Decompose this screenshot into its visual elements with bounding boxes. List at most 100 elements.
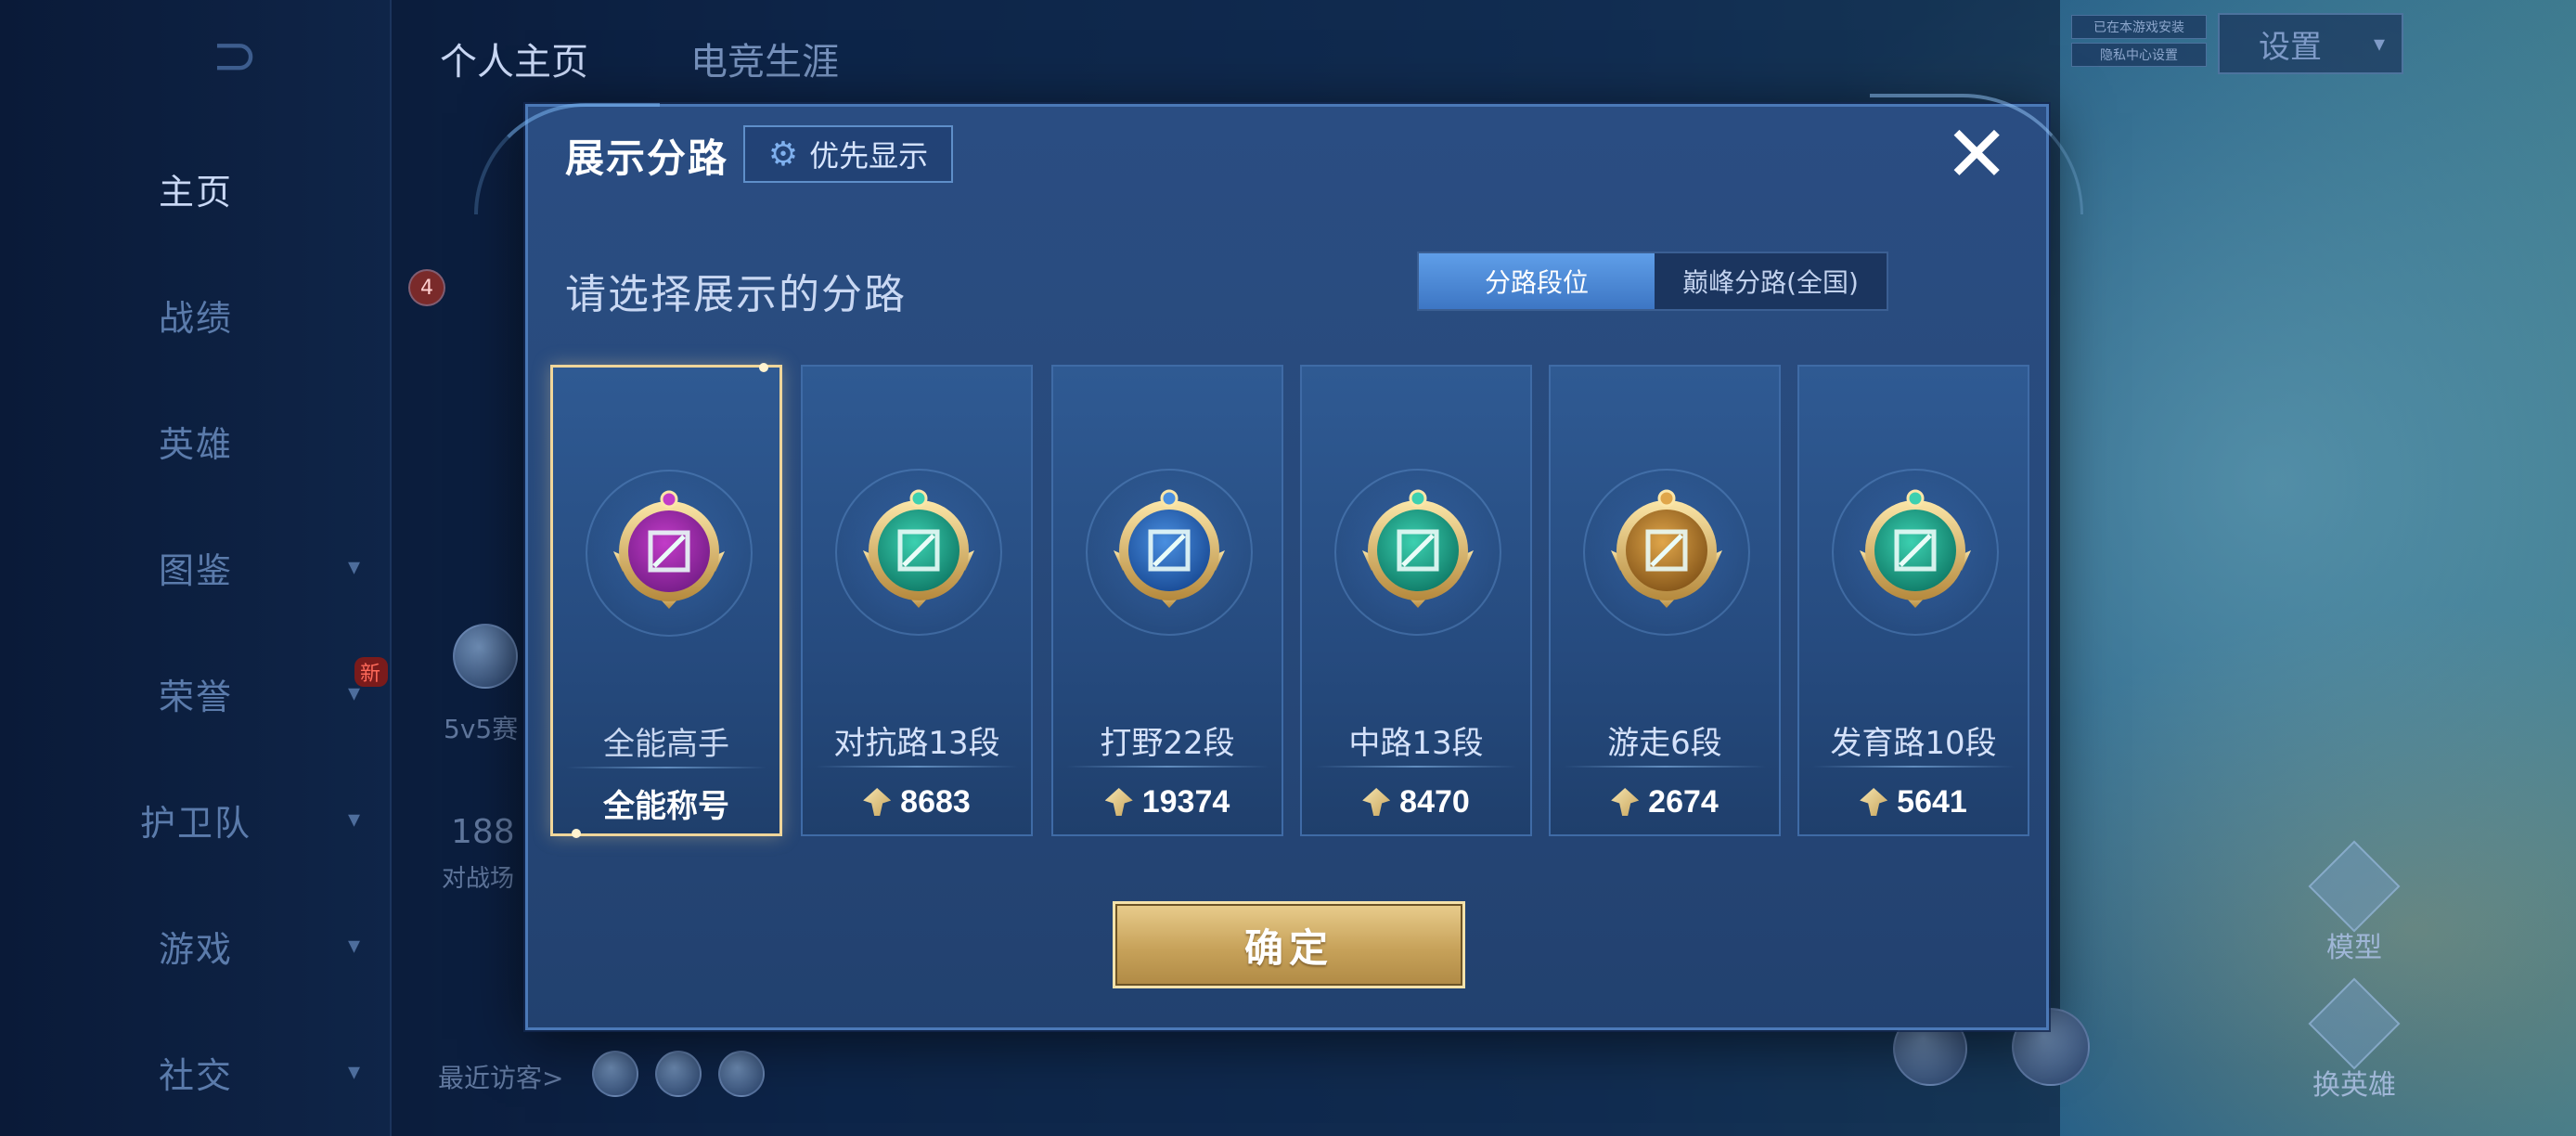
lane-score: 19374 [1053, 781, 1282, 823]
jungle-emblem-icon [1114, 489, 1225, 608]
sidebar-item[interactable]: 战绩 [0, 273, 392, 356]
all-round-emblem-icon [613, 490, 725, 609]
peak-points-icon [863, 788, 892, 816]
notification-count-badge: 4 [408, 269, 445, 306]
sidebar-item[interactable]: 荣誉 ▾ 新 [0, 652, 392, 735]
sidebar-item-label: 战绩 [158, 297, 233, 339]
sidebar-item[interactable]: 主页 [0, 147, 392, 230]
chevron-down-icon: ▾ [2373, 31, 2385, 57]
sidebar-item-label: 护卫队 [139, 802, 251, 844]
peak-points-icon [1860, 788, 1888, 816]
selection-corner-dot [759, 363, 768, 372]
card-divider [566, 767, 766, 768]
model-icon [2308, 840, 2401, 933]
lane-card[interactable]: 游走6段 2674 [1549, 365, 1781, 836]
gear-icon: ⚙ [767, 135, 799, 174]
tab-peak-lane-national[interactable]: 巅峰分路(全国) [1655, 253, 1887, 309]
lane-card-list: 全能高手 全能称号 对抗路13段 8683 打野22段 19374 中路13段 8470 游走6… [550, 363, 2035, 838]
sidebar-item-label: 图鉴 [158, 549, 233, 591]
sidebar-item-label: 荣誉 [158, 676, 233, 717]
change-hero-icon [2308, 977, 2401, 1070]
tab-lane-rank[interactable]: 分路段位 [1419, 253, 1655, 309]
back-button[interactable]: ⊃ [212, 28, 323, 84]
mode-label: 5v5赛 [444, 714, 519, 744]
lane-card[interactable]: 打野22段 19374 [1051, 365, 1283, 836]
clash-lane-emblem-icon [863, 489, 974, 608]
lane-name: 中路13段 [1348, 725, 1484, 762]
points-value: 8683 [900, 783, 971, 820]
sidebar-item[interactable]: 社交 ▾ [0, 1030, 392, 1114]
settings-label: 设置 [2259, 28, 2322, 66]
chevron-down-icon: ▾ [348, 1058, 363, 1086]
sidebar-item-label: 游戏 [158, 928, 233, 970]
farm-lane-emblem-icon [1860, 489, 1971, 608]
new-badge: 新 [354, 657, 389, 687]
lane-card[interactable]: 全能高手 全能称号 [550, 363, 782, 838]
chevron-down-icon: ▾ [348, 806, 363, 833]
priority-display-button[interactable]: ⚙ 优先显示 [743, 125, 953, 183]
visitor-avatar[interactable] [592, 1051, 638, 1097]
selection-corner-dot [572, 829, 581, 838]
change-hero-button[interactable]: 换英雄 [2303, 977, 2405, 1103]
roam-emblem-icon [1611, 489, 1722, 608]
sidebar-item[interactable]: 护卫队 ▾ [0, 778, 392, 861]
points-value: 2674 [1648, 783, 1719, 820]
lane-score: 8683 [803, 781, 1031, 823]
match-count: 188 [451, 813, 515, 851]
mode-emblem-icon [453, 624, 518, 689]
sidebar-item[interactable]: 英雄 [0, 399, 392, 483]
chevron-down-icon: ▾ [348, 553, 363, 581]
tab-personal-home[interactable]: 个人主页 [440, 32, 588, 85]
title-value: 全能称号 [603, 788, 729, 824]
lane-card[interactable]: 对抗路13段 8683 [801, 365, 1033, 836]
sidebar-item[interactable]: 游戏 ▾ [0, 904, 392, 988]
card-divider [1315, 766, 1517, 768]
dialog-title: 展示分路 [565, 136, 729, 181]
lane-name: 发育路10段 [1830, 725, 1997, 762]
close-button[interactable]: ✕ [1944, 115, 2009, 193]
lane-name: 全能高手 [603, 726, 729, 763]
peak-points-icon [1104, 788, 1133, 816]
status-chip-privacy[interactable]: 隐私中心设置 [2071, 43, 2207, 67]
sidebar-item[interactable]: 图鉴 ▾ [0, 525, 392, 609]
visitor-avatar[interactable] [718, 1051, 765, 1097]
match-count-label: 对战场 [442, 865, 515, 893]
tab-esports-career[interactable]: 电竞生涯 [690, 32, 839, 85]
priority-display-label: 优先显示 [809, 138, 929, 174]
points-value: 5641 [1897, 783, 1967, 820]
recent-visitors-link[interactable]: 最近访客> [438, 1058, 563, 1095]
model-label: 模型 [2326, 932, 2382, 964]
points-value: 8470 [1399, 783, 1470, 820]
lane-score: 5641 [1799, 781, 2028, 823]
visitor-avatar[interactable] [655, 1051, 702, 1097]
lane-score: 2674 [1551, 781, 1779, 823]
points-value: 19374 [1141, 783, 1230, 820]
lane-card[interactable]: 中路13段 8470 [1300, 365, 1532, 836]
peak-points-icon [1611, 788, 1640, 816]
left-nav: ⊃ 主页 战绩 英雄 图鉴 ▾ 荣誉 ▾ 新护卫队 ▾ 游戏 ▾ 社交 ▾ [0, 0, 392, 1136]
lane-name: 打野22段 [1100, 725, 1235, 762]
chevron-down-icon: ▾ [348, 932, 363, 960]
change-hero-label: 换英雄 [2312, 1069, 2396, 1102]
peak-points-icon [1362, 788, 1391, 816]
status-chip-install: 已在本游戏安装 [2071, 15, 2207, 39]
confirm-button[interactable]: 确定 [1113, 901, 1465, 988]
lane-score: 全能称号 [553, 781, 779, 824]
select-lane-prompt: 请选择展示的分路 [565, 271, 907, 318]
lane-mode-segmented-control: 分路段位 巅峰分路(全国) [1417, 252, 1888, 311]
sidebar-item-label: 社交 [158, 1054, 233, 1096]
lane-name: 对抗路13段 [833, 725, 1000, 762]
card-divider [1812, 766, 2015, 768]
card-divider [1066, 766, 1269, 768]
sidebar-item-label: 英雄 [158, 423, 233, 465]
model-button[interactable]: 模型 [2303, 840, 2405, 965]
lane-display-dialog: 展示分路 ⚙ 优先显示 ✕ 请选择展示的分路 分路段位 巅峰分路(全国) 全能高… [474, 94, 2083, 1030]
sidebar-item-label: 主页 [158, 171, 233, 213]
mid-lane-emblem-icon [1362, 489, 1474, 608]
lane-card[interactable]: 发育路10段 5641 [1797, 365, 2029, 836]
lane-score: 8470 [1302, 781, 1530, 823]
lane-name: 游走6段 [1607, 725, 1722, 762]
card-divider [816, 766, 1018, 768]
card-divider [1564, 766, 1766, 768]
settings-button[interactable]: 设置 ▾ [2218, 13, 2403, 74]
